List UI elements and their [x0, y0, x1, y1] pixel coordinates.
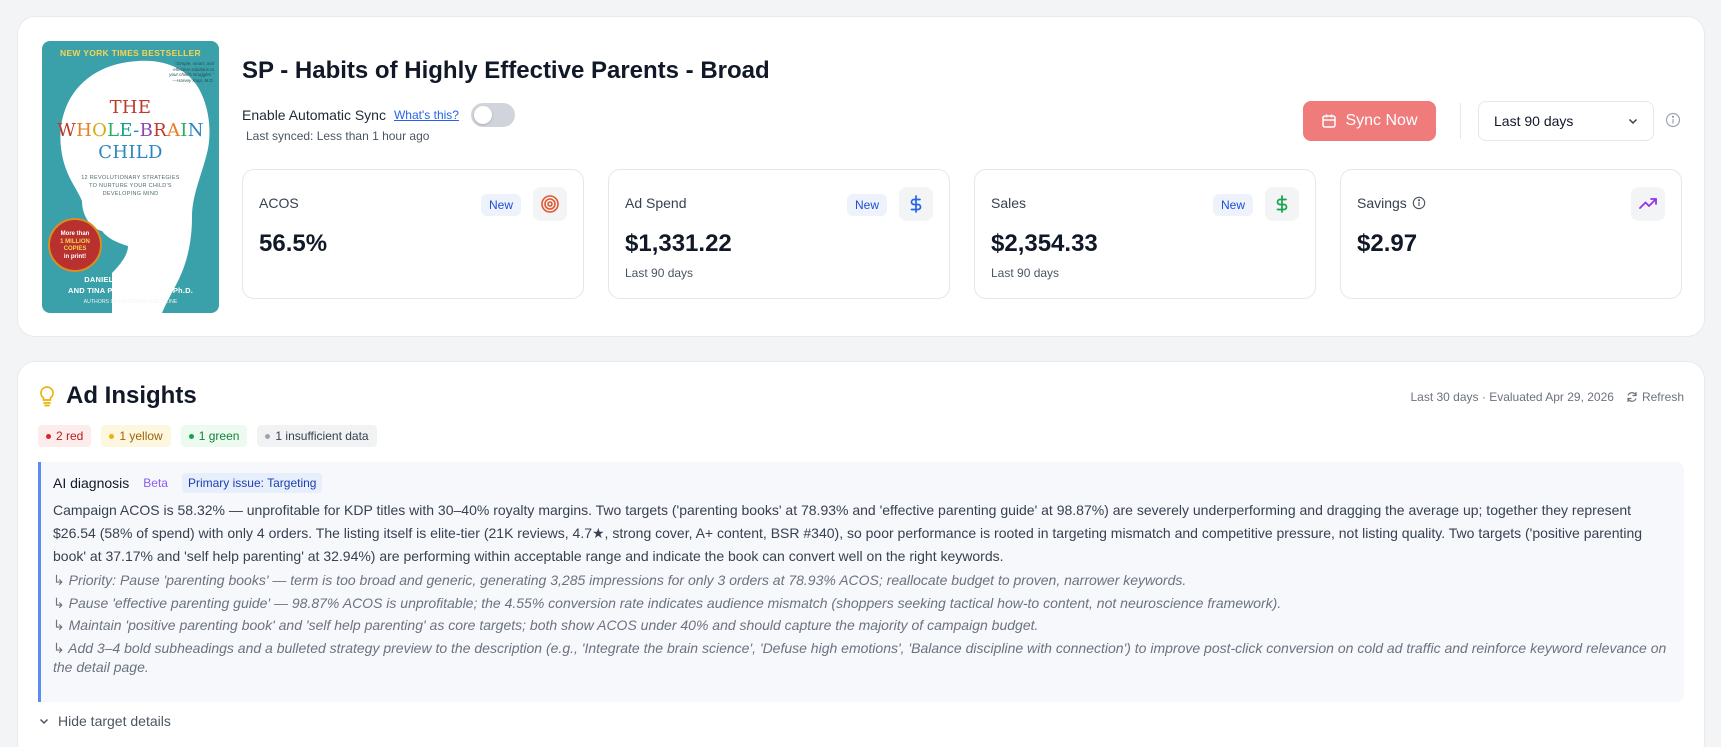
cover-badge-line-3: COPIES [63, 246, 87, 252]
new-badge: New [846, 194, 887, 216]
cover-subtitle-line-2: TO NURTURE YOUR CHILD'S [89, 182, 172, 189]
metric-label: ACOS [259, 195, 299, 211]
metric-label-row: Savings [1357, 195, 1426, 211]
cover-title-line-3: CHILD [98, 142, 163, 163]
metric-card-savings: Savings $2.97 [1340, 169, 1682, 299]
campaign-header-card: NEW YORK TIMES BESTSELLER "Simple, smart… [17, 16, 1705, 337]
book-cover: NEW YORK TIMES BESTSELLER "Simple, smart… [42, 41, 219, 313]
cover-authors-note: AUTHORS OF NO-DRAMA DISCIPLINE [83, 299, 178, 305]
chevron-down-icon [39, 718, 49, 725]
auto-sync-label: Enable Automatic Sync [242, 107, 386, 123]
info-icon[interactable] [1412, 196, 1426, 210]
metric-sub: Last 90 days [625, 266, 694, 280]
dollar-icon [1276, 195, 1288, 213]
recommendation-item: ↳ Priority: Pause 'parenting books' — te… [53, 572, 1187, 588]
cover-authors: DANIEL J. SIEGEL, M.D., AND TINA PAYNE B… [42, 275, 219, 297]
hide-target-details-label: Hide target details [58, 713, 171, 729]
metric-card-acos: ACOS New 56.5% [242, 169, 584, 299]
chip-green[interactable]: 1 green [180, 425, 248, 447]
chip-red-label: 2 red [56, 429, 84, 443]
ad-insights-meta: Last 30 days · Evaluated Apr 29, 2026 Re… [1410, 390, 1684, 404]
metric-card-ad-spend: Ad Spend New $1,331.22 Last 90 days [608, 169, 950, 299]
metric-value: $2.97 [1357, 230, 1418, 257]
metric-card-sales: Sales New $2,354.33 Last 90 days [974, 169, 1316, 299]
info-icon[interactable] [1665, 112, 1681, 128]
cover-sales-badge: More than 1 MILLION COPIES in print! [48, 218, 102, 272]
beta-badge: Beta [143, 476, 168, 490]
cover-subtitle-line-3: DEVELOPING MIND [102, 190, 159, 197]
cover-badge-line-4: in print! [63, 253, 87, 260]
whats-this-link[interactable]: What's this? [394, 108, 459, 122]
status-chips: 2 red 1 yellow 1 green 1 insufficient da… [38, 425, 377, 447]
trending-up-icon [1639, 198, 1657, 209]
target-icon [541, 195, 559, 213]
ai-diagnosis-body: Campaign ACOS is 58.32% — unprofitable f… [53, 502, 1643, 564]
cover-author-1: DANIEL J. SIEGEL, M.D., [84, 275, 177, 284]
lightbulb-icon [40, 386, 54, 407]
chip-insufficient[interactable]: 1 insufficient data [257, 425, 377, 447]
yellow-dot-icon [109, 433, 115, 439]
cover-quote: "Simple, smart, and effective solutions … [169, 61, 214, 83]
date-range-select[interactable]: Last 90 days [1478, 101, 1654, 141]
cover-subtitle-line-1: 12 REVOLUTIONARY STRATEGIES [81, 175, 180, 181]
chip-yellow[interactable]: 1 yellow [101, 425, 171, 447]
new-badge: New [1212, 194, 1253, 216]
cover-subtitle: 12 REVOLUTIONARY STRATEGIES TO NURTURE Y… [42, 175, 219, 199]
metric-sub: Last 90 days [991, 266, 1060, 280]
auto-sync-row: Enable Automatic Sync What's this? [242, 103, 515, 127]
recommendations-list: ↳ Priority: Pause 'parenting books' — te… [53, 571, 1668, 678]
ai-diagnosis-title: AI diagnosis [53, 475, 130, 491]
primary-issue-badge: Primary issue: Targeting [181, 473, 323, 493]
campaign-title: SP - Habits of Highly Effective Parents … [242, 57, 770, 84]
refresh-icon [1627, 391, 1637, 403]
metric-label: Savings [1357, 195, 1407, 211]
metric-label: Ad Spend [625, 195, 687, 211]
red-dot-icon [46, 433, 51, 439]
chevron-down-icon [1628, 118, 1638, 125]
recommendation-item: ↳ Maintain 'positive parenting book' and… [53, 617, 1039, 633]
auto-sync-toggle[interactable] [470, 103, 515, 127]
cover-title-line-2: WHOLE-BRAIN [57, 119, 204, 141]
dollar-icon [910, 195, 922, 213]
metric-value: $1,331.22 [625, 230, 732, 257]
refresh-button[interactable]: Refresh [1626, 390, 1684, 404]
metric-value: 56.5% [259, 230, 328, 257]
evaluation-meta: Last 30 days · Evaluated Apr 29, 2026 [1410, 390, 1614, 404]
metric-value: $2,354.33 [991, 230, 1098, 257]
last-synced-text: Last synced: Less than 1 hour ago [246, 129, 430, 143]
hide-target-details-toggle[interactable]: Hide target details [38, 713, 171, 729]
cover-badge-line-2: 1 MILLION [60, 238, 90, 245]
green-dot-icon [188, 433, 194, 439]
sync-now-label: Sync Now [1345, 112, 1418, 129]
cover-title: THE WHOLE-BRAIN CHILD [42, 97, 219, 165]
calendar-icon [1322, 114, 1337, 128]
ai-diagnosis-header: AI diagnosis Beta Primary issue: Targeti… [53, 472, 1668, 494]
cover-badge-line-1: More than [60, 231, 90, 237]
chip-green-label: 1 green [198, 429, 240, 443]
metric-icon-box [533, 187, 567, 221]
metric-icon-box [1631, 187, 1665, 221]
date-range-value: Last 90 days [1494, 113, 1574, 129]
ai-diagnosis-panel: AI diagnosis Beta Primary issue: Targeti… [38, 462, 1684, 702]
ad-insights-header: Ad Insights [38, 382, 197, 410]
metric-icon-box [1265, 187, 1299, 221]
cover-nyt-banner: NEW YORK TIMES BESTSELLER [60, 48, 201, 58]
new-badge: New [480, 194, 521, 216]
cover-title-line-1: THE [109, 97, 152, 118]
chip-red[interactable]: 2 red [38, 425, 92, 447]
chip-insufficient-label: 1 insufficient data [275, 429, 369, 443]
metric-icon-box [899, 187, 933, 221]
metric-label: Sales [991, 195, 1027, 211]
chip-yellow-label: 1 yellow [119, 429, 163, 443]
sync-now-button[interactable]: Sync Now [1303, 101, 1436, 141]
ad-insights-title: Ad Insights [66, 382, 197, 409]
recommendation-item: ↳ Pause 'effective parenting guide' — 98… [53, 594, 1282, 611]
cover-author-2: AND TINA PAYNE BRYSON, Ph.D. [67, 285, 194, 295]
ad-insights-card: Ad Insights Last 30 days · Evaluated Apr… [17, 361, 1705, 747]
recommendation-item: ↳ Add 3–4 bold subheadings and a bullete… [53, 639, 1667, 676]
refresh-label: Refresh [1641, 390, 1684, 404]
header-divider [1460, 103, 1461, 139]
gray-dot-icon [265, 433, 271, 439]
